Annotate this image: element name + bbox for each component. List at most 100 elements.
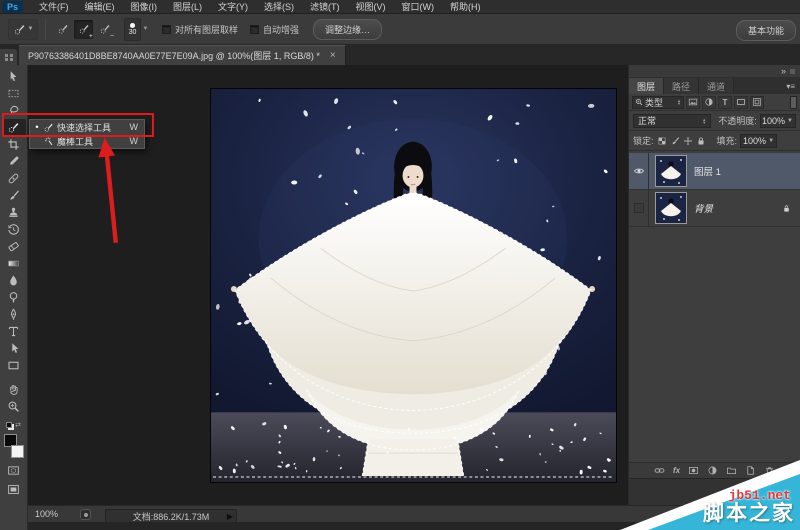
- menu-item-3[interactable]: 图像(I): [123, 0, 166, 13]
- visibility-toggle[interactable]: [629, 153, 649, 189]
- dodge-tool[interactable]: [2, 289, 26, 306]
- layer-thumbnail-image: [656, 156, 686, 186]
- filter-toggle-switch[interactable]: [790, 96, 797, 109]
- panel-tab-paths[interactable]: 路径: [664, 78, 699, 94]
- layer-filter-row: 类型 ▲▼ T: [629, 94, 800, 111]
- auto-enhance-checkbox[interactable]: 自动增强: [250, 23, 299, 36]
- menu-item-7[interactable]: 滤镜(T): [302, 0, 348, 13]
- tab-close-icon[interactable]: ×: [330, 50, 336, 61]
- tab-strip-nub[interactable]: [0, 49, 17, 65]
- subtract-from-selection-mode[interactable]: −: [95, 20, 114, 39]
- marquee-tool[interactable]: [2, 85, 26, 102]
- lock-label: 锁定:: [633, 134, 654, 147]
- pen-tool[interactable]: [2, 306, 26, 323]
- current-tool-preset[interactable]: ▼: [8, 19, 38, 40]
- background-color-swatch[interactable]: [11, 445, 24, 458]
- pixel-layer-filter-icon[interactable]: [686, 96, 700, 109]
- dodge-icon: [7, 291, 20, 304]
- shape-layer-filter-icon[interactable]: [734, 96, 748, 109]
- swap-colors-icon[interactable]: ⇄: [15, 421, 21, 429]
- crop-tool[interactable]: [2, 136, 26, 153]
- menu-item-2[interactable]: 编辑(E): [77, 0, 123, 13]
- pen-icon: [7, 308, 20, 321]
- clone-stamp-tool[interactable]: [2, 204, 26, 221]
- search-icon: [635, 98, 643, 106]
- workspace-switcher-button[interactable]: 基本功能: [736, 20, 796, 41]
- eyedropper-tool[interactable]: [2, 153, 26, 170]
- document-tab[interactable]: P90763386401D8BE8740AA0E77E7E09A.jpg @ 1…: [19, 45, 346, 65]
- zoom-level[interactable]: 100%: [35, 509, 58, 519]
- select-arrows-icon: ▲▼: [702, 118, 706, 124]
- panel-tab-layers[interactable]: 图层: [629, 78, 664, 94]
- dock-header: »: [629, 65, 800, 78]
- menu-item-9[interactable]: 窗口(W): [394, 0, 443, 13]
- type-tool[interactable]: [2, 323, 26, 340]
- document-info-field[interactable]: 文档:886.2K/1.73M ▶: [105, 509, 237, 523]
- dock-menu-icon[interactable]: [790, 69, 795, 74]
- brush-icon: [7, 189, 20, 202]
- history-icon: [7, 223, 20, 236]
- lock-all-icon[interactable]: [696, 136, 706, 146]
- visibility-toggle[interactable]: [629, 190, 649, 226]
- document-title: P90763386401D8BE8740AA0E77E7E09A.jpg @ 1…: [28, 49, 320, 62]
- eraser-tool[interactable]: [2, 238, 26, 255]
- opacity-label: 不透明度:: [718, 114, 757, 127]
- add-to-selection-mode[interactable]: +: [74, 20, 93, 39]
- quickselect-icon: [78, 23, 90, 35]
- move-tool[interactable]: [2, 68, 26, 85]
- screen-mode-button[interactable]: [6, 483, 21, 496]
- new-selection-mode[interactable]: [53, 20, 72, 39]
- checkbox-box: [162, 25, 171, 34]
- default-colors-icon[interactable]: [6, 422, 12, 428]
- separator: [45, 18, 46, 40]
- chevron-down-icon: ▼: [28, 26, 34, 32]
- quickselect-icon: [99, 23, 111, 35]
- wand-icon: [43, 136, 54, 147]
- menu-item-10[interactable]: 帮助(H): [442, 0, 489, 13]
- lock-position-icon[interactable]: [683, 136, 693, 146]
- quick-mask-button[interactable]: [6, 464, 21, 477]
- sample-all-layers-checkbox[interactable]: 对所有图层取样: [162, 23, 238, 36]
- brush-dropdown-icon[interactable]: ▼: [141, 18, 150, 41]
- layer-row-1[interactable]: 图层 1: [629, 153, 800, 190]
- panel-tab-channels[interactable]: 通道: [699, 78, 734, 94]
- sample-all-layers-label: 对所有图层取样: [175, 23, 238, 36]
- menu-item-8[interactable]: 视图(V): [348, 0, 394, 13]
- collapse-panels-icon[interactable]: »: [781, 66, 786, 76]
- smart-object-filter-icon[interactable]: [750, 96, 764, 109]
- spot-healing-brush-tool[interactable]: [2, 170, 26, 187]
- layer-row-2[interactable]: 背景: [629, 190, 800, 227]
- lock-row: 锁定: 填充: 100% ▼: [629, 131, 800, 151]
- zoom-icon: [7, 400, 20, 413]
- panel-menu-icon[interactable]: ▾≡: [781, 78, 800, 94]
- brush-size-picker[interactable]: 30: [124, 18, 141, 41]
- shape-tool[interactable]: [2, 357, 26, 374]
- opacity-value-field[interactable]: 100% ▼: [760, 114, 796, 128]
- document-image[interactable]: [210, 88, 617, 483]
- fill-value-field[interactable]: 100% ▼: [740, 134, 777, 148]
- menu-item-5[interactable]: 文字(Y): [210, 0, 256, 13]
- history-brush-tool[interactable]: [2, 221, 26, 238]
- fill-value: 100%: [743, 136, 766, 146]
- layer-thumbnail: [655, 192, 687, 224]
- lock-transparent-pixels-icon[interactable]: [657, 136, 667, 146]
- blur-tool[interactable]: [2, 272, 26, 289]
- hand-tool[interactable]: [2, 381, 26, 398]
- menu-item-6[interactable]: 选择(S): [256, 0, 302, 13]
- adjustment-layer-filter-icon[interactable]: [702, 96, 716, 109]
- filter-icon-group: T: [686, 96, 764, 109]
- status-flyout-arrow-icon[interactable]: ▶: [227, 512, 233, 521]
- menu-item-4[interactable]: 图层(L): [165, 0, 210, 13]
- refine-edge-button[interactable]: 调整边缘…: [313, 19, 382, 40]
- blend-mode-select[interactable]: 正常 ▲▼: [633, 114, 711, 128]
- type-layer-filter-icon[interactable]: T: [718, 96, 732, 109]
- lock-image-pixels-icon[interactable]: [670, 136, 680, 146]
- brush-tool[interactable]: [2, 187, 26, 204]
- zoom-tool[interactable]: [2, 398, 26, 415]
- path-selection-tool[interactable]: [2, 340, 26, 357]
- menu-item-1[interactable]: 文件(F): [31, 0, 77, 13]
- gradient-tool[interactable]: [2, 255, 26, 272]
- movecross-icon: [683, 136, 693, 146]
- lock-icon: [782, 204, 791, 213]
- filter-kind-select[interactable]: 类型 ▲▼: [632, 96, 684, 109]
